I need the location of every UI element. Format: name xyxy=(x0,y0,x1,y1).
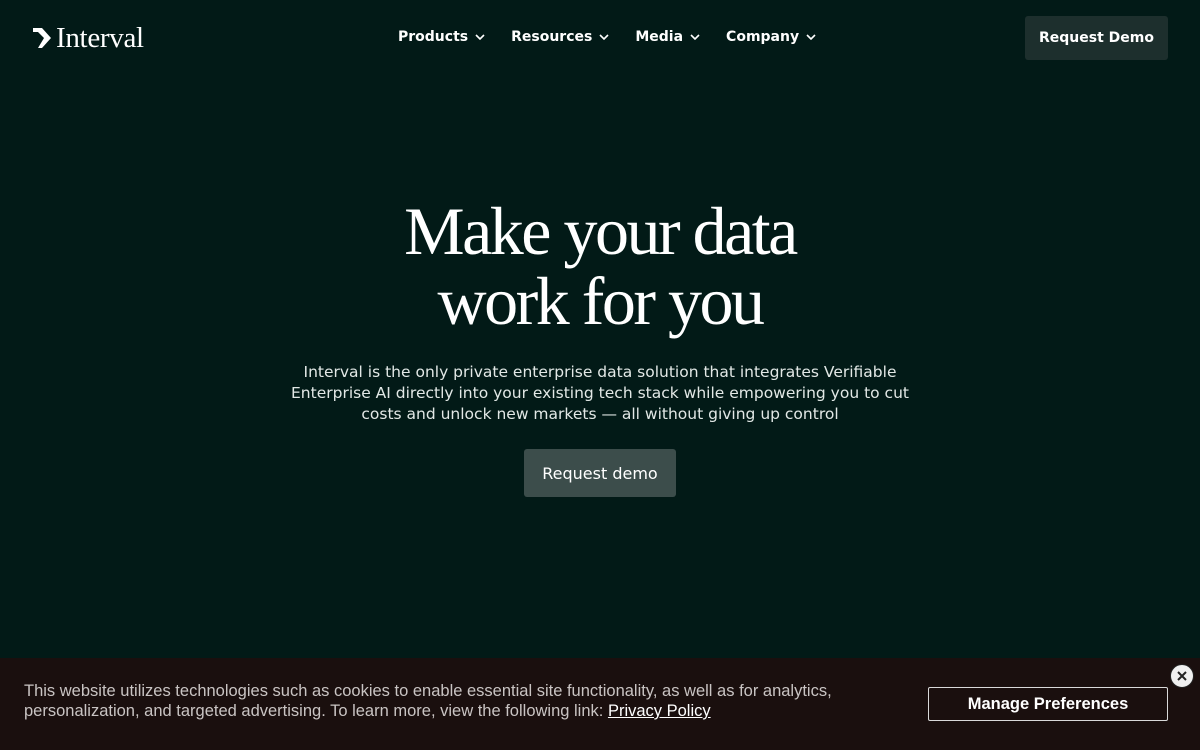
nav-item-products[interactable]: Products xyxy=(398,27,485,47)
main-nav: Products Resources Media Company xyxy=(398,27,816,47)
brand-logo[interactable]: Interval xyxy=(32,22,144,54)
hero-title: Make your data work for you xyxy=(0,196,1200,336)
hero-subtitle: Interval is the only private enterprise … xyxy=(291,363,909,423)
hero-title-line-2: work for you xyxy=(437,263,765,339)
close-icon xyxy=(1177,671,1187,681)
manage-preferences-button[interactable]: Manage Preferences xyxy=(928,687,1168,721)
nav-item-label: Company xyxy=(726,29,800,45)
privacy-policy-link[interactable]: Privacy Policy xyxy=(608,702,711,720)
chevron-down-icon xyxy=(599,34,609,40)
site-header: Interval Products Resources Media Compan… xyxy=(0,0,1200,76)
nav-item-label: Products xyxy=(398,29,469,45)
nav-item-label: Resources xyxy=(511,29,593,45)
nav-item-media[interactable]: Media xyxy=(635,27,700,47)
chevron-down-icon xyxy=(475,34,485,40)
cookie-banner: This website utilizes technologies such … xyxy=(0,658,1200,750)
hero-title-line-1: Make your data xyxy=(404,193,798,269)
nav-item-resources[interactable]: Resources xyxy=(511,27,609,47)
request-demo-header-button[interactable]: Request Demo xyxy=(1025,16,1168,60)
request-demo-hero-button[interactable]: Request demo xyxy=(524,449,676,497)
cookie-message: This website utilizes technologies such … xyxy=(24,681,884,721)
chevron-down-icon xyxy=(690,34,700,40)
interval-chevron-icon xyxy=(33,28,51,48)
nav-item-label: Media xyxy=(635,29,684,45)
nav-item-company[interactable]: Company xyxy=(726,27,816,47)
close-banner-button[interactable] xyxy=(1170,664,1194,688)
brand-name: Interval xyxy=(56,22,144,54)
chevron-down-icon xyxy=(806,34,816,40)
